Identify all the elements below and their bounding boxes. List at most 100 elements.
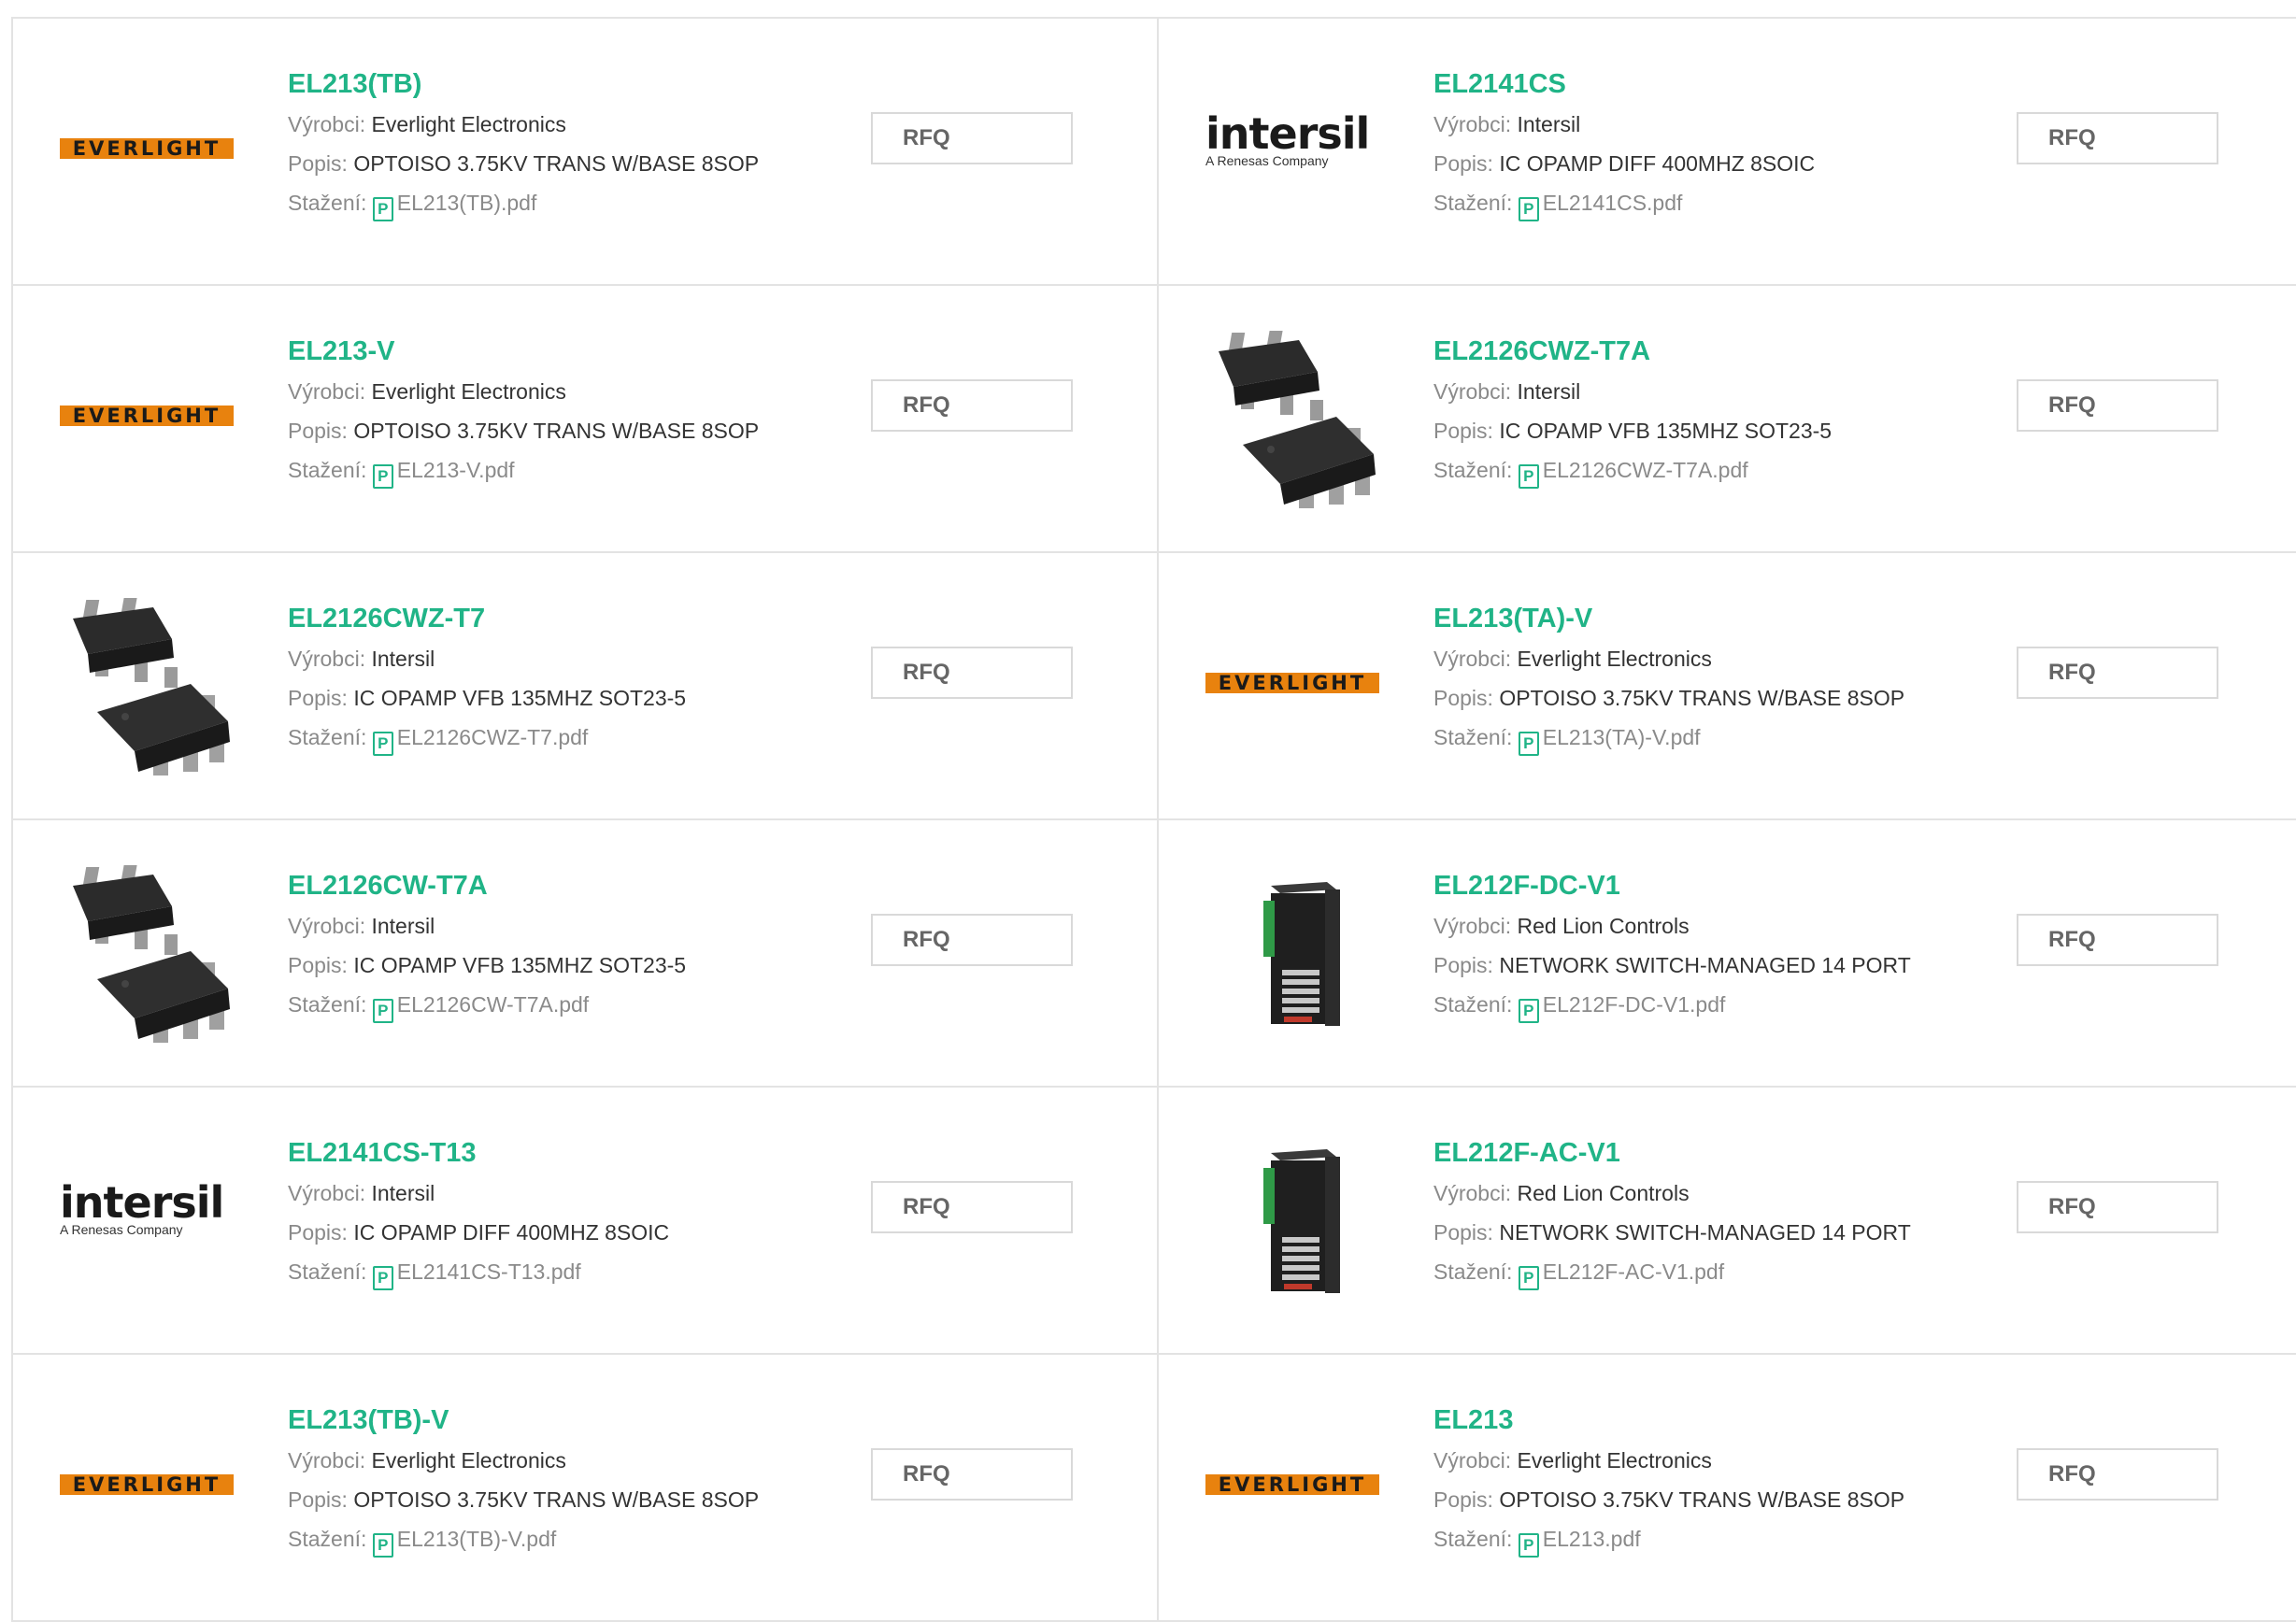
datasheet-link[interactable]: EL2126CWZ-T7.pdf xyxy=(397,725,589,749)
manufacturer-label: Výrobci: xyxy=(288,647,366,671)
manufacturer-value: Everlight Electronics xyxy=(371,1448,566,1473)
rfq-button[interactable]: RFQ xyxy=(871,112,1073,164)
pdf-icon[interactable]: P xyxy=(372,1266,393,1290)
product-image[interactable]: EVERLIGHT xyxy=(60,56,247,243)
product-image[interactable] xyxy=(60,858,247,1045)
part-number-link[interactable]: EL212F-AC-V1 xyxy=(1433,1136,1994,1174)
part-number-link[interactable]: EL2126CWZ-T7 xyxy=(288,602,849,639)
manufacturer-row: Výrobci: Everlight Electronics xyxy=(288,372,849,411)
product-card-7: EL2126CW-T7A Výrobci: Intersil Popis: IC… xyxy=(11,820,1157,1088)
download-label: Stažení: xyxy=(1433,992,1513,1017)
rfq-button[interactable]: RFQ xyxy=(2017,1181,2218,1233)
manufacturer-row: Výrobci: Intersil xyxy=(1433,105,1994,144)
product-card-12: EVERLIGHT EL213 Výrobci: Everlight Elect… xyxy=(1157,1355,2296,1622)
product-grid: EVERLIGHT EL213(TB) Výrobci: Everlight E… xyxy=(11,17,2296,1622)
pdf-icon[interactable]: P xyxy=(1518,1266,1539,1290)
product-image[interactable] xyxy=(1205,858,1392,1045)
part-number-link[interactable]: EL2141CS xyxy=(1433,67,1994,105)
pdf-icon[interactable]: P xyxy=(372,999,393,1023)
product-info: EL213 Výrobci: Everlight Electronics Pop… xyxy=(1433,1403,1994,1558)
part-number-link[interactable]: EL213(TA)-V xyxy=(1433,602,1994,639)
description-value: IC OPAMP DIFF 400MHZ 8SOIC xyxy=(1499,151,1816,176)
product-card-2: intersil A Renesas Company EL2141CS Výrob… xyxy=(1157,19,2296,286)
product-image[interactable]: EVERLIGHT xyxy=(60,1392,247,1579)
rfq-button[interactable]: RFQ xyxy=(2017,647,2218,699)
datasheet-link[interactable]: EL212F-AC-V1.pdf xyxy=(1543,1259,1724,1284)
download-label: Stažení: xyxy=(1433,458,1513,482)
datasheet-link[interactable]: EL213(TB).pdf xyxy=(397,191,537,215)
manufacturer-row: Výrobci: Everlight Electronics xyxy=(288,1441,849,1480)
product-card-5: EL2126CWZ-T7 Výrobci: Intersil Popis: IC… xyxy=(11,553,1157,820)
everlight-logo: EVERLIGHT xyxy=(1205,1474,1379,1495)
download-label: Stažení: xyxy=(288,1259,367,1284)
pdf-icon[interactable]: P xyxy=(1518,464,1539,489)
product-image[interactable]: intersil A Renesas Company xyxy=(60,1125,247,1312)
pdf-icon[interactable]: P xyxy=(372,197,393,221)
everlight-logo: EVERLIGHT xyxy=(60,406,234,426)
pdf-icon[interactable]: P xyxy=(1518,197,1539,221)
description-row: Popis: OPTOISO 3.75KV TRANS W/BASE 8SOP xyxy=(1433,678,1994,718)
description-value: IC OPAMP VFB 135MHZ SOT23-5 xyxy=(1499,419,1833,443)
intersil-logo: intersil A Renesas Company xyxy=(60,1179,247,1237)
part-number-link[interactable]: EL213-V xyxy=(288,334,849,372)
product-card-11: EVERLIGHT EL213(TB)-V Výrobci: Everlight… xyxy=(11,1355,1157,1622)
description-row: Popis: NETWORK SWITCH-MANAGED 14 PORT xyxy=(1433,1213,1994,1252)
datasheet-link[interactable]: EL213-V.pdf xyxy=(397,458,515,482)
rfq-button[interactable]: RFQ xyxy=(871,1448,1073,1501)
rfq-button[interactable]: RFQ xyxy=(871,647,1073,699)
manufacturer-value: Intersil xyxy=(1517,112,1581,136)
part-number-link[interactable]: EL213(TB) xyxy=(288,67,849,105)
pdf-icon[interactable]: P xyxy=(372,464,393,489)
product-image[interactable]: intersil A Renesas Company xyxy=(1205,56,1392,243)
pdf-icon[interactable]: P xyxy=(372,1533,393,1558)
product-info: EL2126CW-T7A Výrobci: Intersil Popis: IC… xyxy=(288,869,849,1024)
product-image[interactable]: EVERLIGHT xyxy=(1205,1392,1392,1579)
download-row: Stažení: P EL2126CWZ-T7A.pdf xyxy=(1433,450,1994,490)
datasheet-link[interactable]: EL2141CS.pdf xyxy=(1543,191,1683,215)
datasheet-link[interactable]: EL213(TA)-V.pdf xyxy=(1543,725,1701,749)
rfq-button[interactable]: RFQ xyxy=(2017,914,2218,966)
product-info: EL212F-DC-V1 Výrobci: Red Lion Controls … xyxy=(1433,869,1994,1024)
manufacturer-value: Intersil xyxy=(371,914,435,938)
manufacturer-row: Výrobci: Everlight Electronics xyxy=(288,105,849,144)
rfq-button[interactable]: RFQ xyxy=(871,379,1073,432)
part-number-link[interactable]: EL2126CWZ-T7A xyxy=(1433,334,1994,372)
rfq-button[interactable]: RFQ xyxy=(871,914,1073,966)
datasheet-link[interactable]: EL213.pdf xyxy=(1543,1527,1641,1551)
part-number-link[interactable]: EL212F-DC-V1 xyxy=(1433,869,1994,906)
datasheet-link[interactable]: EL2141CS-T13.pdf xyxy=(397,1259,581,1284)
datasheet-link[interactable]: EL212F-DC-V1.pdf xyxy=(1543,992,1726,1017)
datasheet-link[interactable]: EL2126CWZ-T7A.pdf xyxy=(1543,458,1748,482)
product-info: EL2141CS Výrobci: Intersil Popis: IC OPA… xyxy=(1433,67,1994,222)
part-number-link[interactable]: EL213(TB)-V xyxy=(288,1403,849,1441)
product-image[interactable]: EVERLIGHT xyxy=(1205,590,1392,777)
datasheet-link[interactable]: EL2126CW-T7A.pdf xyxy=(397,992,589,1017)
pdf-icon[interactable]: P xyxy=(1518,1533,1539,1558)
part-number-link[interactable]: EL2126CW-T7A xyxy=(288,869,849,906)
pdf-icon[interactable]: P xyxy=(1518,732,1539,756)
product-image[interactable] xyxy=(1205,1125,1392,1312)
rfq-button[interactable]: RFQ xyxy=(871,1181,1073,1233)
download-label: Stažení: xyxy=(288,725,367,749)
description-row: Popis: IC OPAMP DIFF 400MHZ 8SOIC xyxy=(1433,144,1994,183)
product-image[interactable] xyxy=(1205,323,1392,510)
part-number-link[interactable]: EL2141CS-T13 xyxy=(288,1136,849,1174)
product-info: EL213-V Výrobci: Everlight Electronics P… xyxy=(288,334,849,490)
rfq-button[interactable]: RFQ xyxy=(2017,112,2218,164)
product-image[interactable]: EVERLIGHT xyxy=(60,323,247,510)
manufacturer-label: Výrobci: xyxy=(1433,1181,1512,1205)
description-label: Popis: xyxy=(288,419,348,443)
part-number-link[interactable]: EL213 xyxy=(1433,1403,1994,1441)
manufacturer-value: Everlight Electronics xyxy=(371,379,566,404)
pdf-icon[interactable]: P xyxy=(372,732,393,756)
datasheet-link[interactable]: EL213(TB)-V.pdf xyxy=(397,1527,556,1551)
description-label: Popis: xyxy=(288,1220,348,1245)
product-image[interactable] xyxy=(60,590,247,777)
manufacturer-label: Výrobci: xyxy=(288,914,366,938)
manufacturer-value: Red Lion Controls xyxy=(1517,1181,1690,1205)
manufacturer-label: Výrobci: xyxy=(1433,914,1512,938)
pdf-icon[interactable]: P xyxy=(1518,999,1539,1023)
rfq-button[interactable]: RFQ xyxy=(2017,1448,2218,1501)
manufacturer-row: Výrobci: Intersil xyxy=(288,639,849,678)
rfq-button[interactable]: RFQ xyxy=(2017,379,2218,432)
